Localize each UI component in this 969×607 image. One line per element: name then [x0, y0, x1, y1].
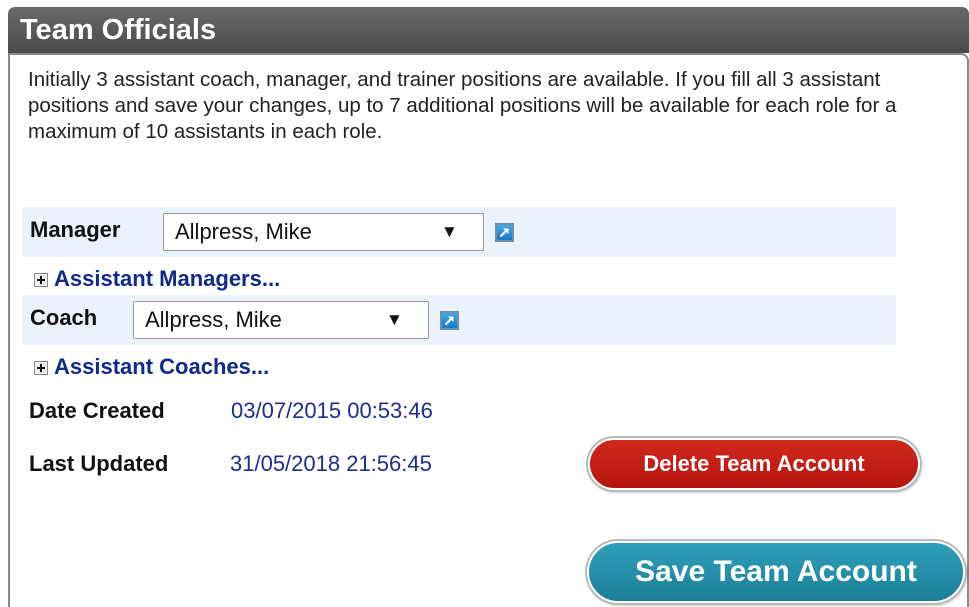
dropdown-arrow-icon: ▼ [386, 310, 403, 329]
panel-header: Team Officials [8, 7, 969, 53]
coach-select[interactable]: Allpress, Mike ▼ [133, 301, 429, 339]
manager-row: Manager Allpress, Mike ▼ [22, 207, 896, 257]
manager-select[interactable]: Allpress, Mike ▼ [163, 213, 484, 251]
coach-select-value: Allpress, Mike [145, 307, 282, 332]
panel-title: Team Officials [20, 14, 217, 46]
save-team-account-button[interactable]: Save Team Account [587, 541, 965, 603]
date-created-value: 03/07/2015 00:53:46 [231, 398, 433, 423]
expand-plus-icon [34, 361, 48, 375]
team-officials-panel: Team Officials Initially 3 assistant coa… [8, 7, 969, 607]
last-updated-label: Last Updated [29, 451, 169, 476]
intro-text: Initially 3 assistant coach, manager, an… [28, 68, 897, 143]
assistant-coaches-label: Assistant Coaches... [54, 354, 270, 379]
delete-team-account-button[interactable]: Delete Team Account [588, 438, 920, 490]
external-popup-icon[interactable] [495, 223, 514, 242]
last-updated-value: 31/05/2018 21:56:45 [230, 451, 432, 476]
panel-body: Initially 3 assistant coach, manager, an… [8, 53, 969, 607]
coach-label: Coach [30, 305, 98, 330]
date-created-label: Date Created [29, 398, 165, 423]
assistant-coaches-toggle[interactable]: Assistant Coaches... [34, 354, 270, 380]
dropdown-arrow-icon: ▼ [441, 222, 458, 241]
external-popup-icon[interactable] [440, 311, 459, 330]
manager-select-value: Allpress, Mike [175, 219, 312, 244]
expand-plus-icon [34, 273, 48, 287]
manager-label: Manager [30, 217, 121, 242]
assistant-managers-label: Assistant Managers... [54, 266, 281, 291]
coach-row: Coach Allpress, Mike ▼ [22, 295, 896, 345]
assistant-managers-toggle[interactable]: Assistant Managers... [34, 266, 281, 292]
